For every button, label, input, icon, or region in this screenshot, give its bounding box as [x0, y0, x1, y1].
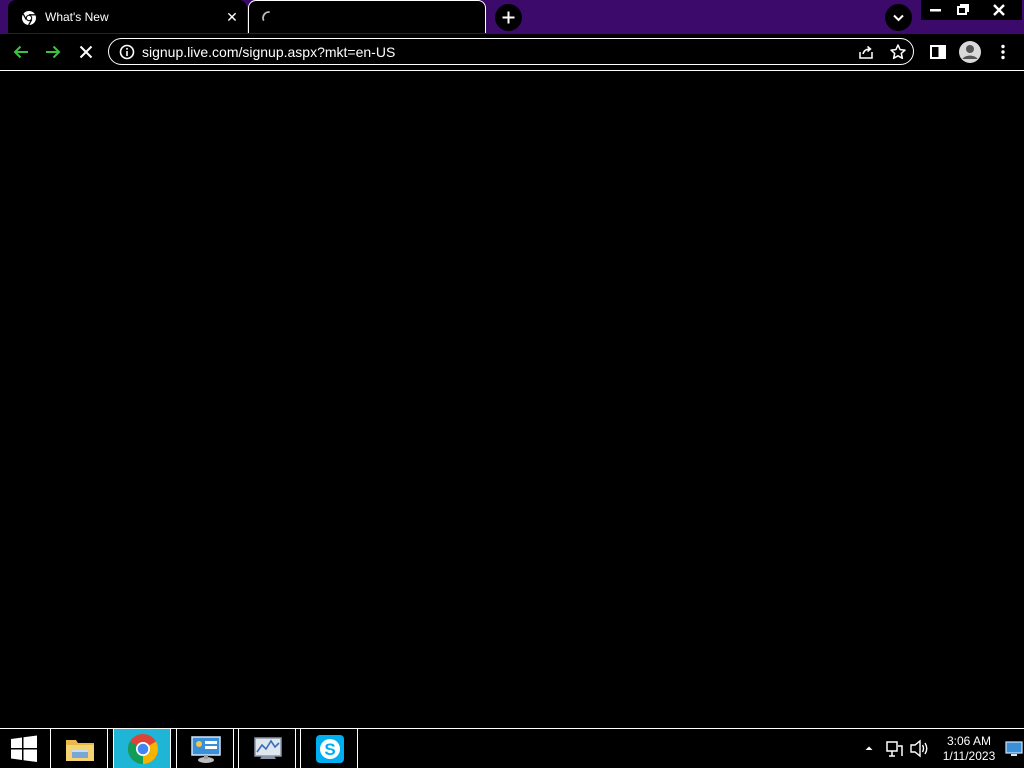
clock-time: 3:06 AM: [946, 734, 992, 748]
restore-button[interactable]: [948, 0, 978, 20]
clock-date: 1/11/2023: [942, 749, 996, 763]
new-tab-button[interactable]: [495, 4, 522, 31]
close-icon: [993, 4, 1005, 16]
taskbar-control-panel[interactable]: [176, 729, 234, 768]
stop-icon[interactable]: [76, 42, 96, 62]
skype-icon: S: [316, 735, 344, 763]
tab-whats-new[interactable]: What's New ✕: [8, 0, 247, 33]
start-windows-icon[interactable]: [0, 729, 48, 768]
loading-spinner-icon: [262, 11, 270, 21]
screen: What's New ✕ signup.live.com/signup.aspx…: [0, 0, 1024, 768]
address-bar[interactable]: signup.live.com/signup.aspx?mkt=en-US: [108, 38, 914, 65]
taskbar-clock[interactable]: 3:06 AM 1/11/2023: [935, 734, 1003, 764]
chevron-down-icon: [893, 14, 904, 22]
back-arrow-icon[interactable]: [11, 42, 31, 62]
close-tab-icon[interactable]: ✕: [224, 9, 240, 25]
restore-icon: [957, 4, 969, 15]
plus-icon: [502, 11, 515, 24]
taskbar-performance-monitor[interactable]: [238, 729, 296, 768]
page-content: [0, 71, 1024, 728]
kebab-menu-icon[interactable]: [993, 42, 1013, 62]
tray-chevron-icon[interactable]: [862, 729, 876, 768]
show-desktop-icon[interactable]: [1004, 729, 1024, 768]
network-icon[interactable]: [884, 729, 904, 768]
browser-toolbar: signup.live.com/signup.aspx?mkt=en-US: [0, 34, 1024, 71]
profile-icon[interactable]: [958, 40, 982, 64]
chrome-icon: [127, 734, 159, 764]
minimize-button[interactable]: [921, 0, 951, 20]
url-text[interactable]: signup.live.com/signup.aspx?mkt=en-US: [142, 44, 395, 60]
control-panel-icon: [191, 736, 221, 763]
chrome-favicon-icon: [22, 11, 36, 26]
forward-arrow-icon[interactable]: [43, 42, 63, 62]
close-window-button[interactable]: [976, 0, 1022, 20]
volume-icon[interactable]: [908, 729, 930, 768]
star-icon[interactable]: [889, 43, 907, 61]
tab-loading[interactable]: [248, 0, 486, 33]
tab-search-button[interactable]: [885, 4, 912, 31]
minimize-icon: [930, 9, 941, 12]
performance-monitor-icon: [254, 737, 282, 759]
taskbar-chrome[interactable]: [113, 729, 171, 768]
taskbar-skype[interactable]: S: [300, 729, 358, 768]
tab-strip: What's New ✕: [0, 0, 1024, 34]
share-icon[interactable]: [857, 43, 875, 61]
taskbar-file-explorer[interactable]: [50, 729, 108, 768]
windows-taskbar: S 3:06 AM 1/11/2023: [0, 728, 1024, 768]
svg-text:S: S: [324, 740, 335, 759]
file-explorer-icon: [66, 740, 94, 761]
side-panel-icon[interactable]: [928, 42, 948, 62]
tab-title: What's New: [45, 10, 109, 24]
info-icon[interactable]: [118, 43, 136, 61]
